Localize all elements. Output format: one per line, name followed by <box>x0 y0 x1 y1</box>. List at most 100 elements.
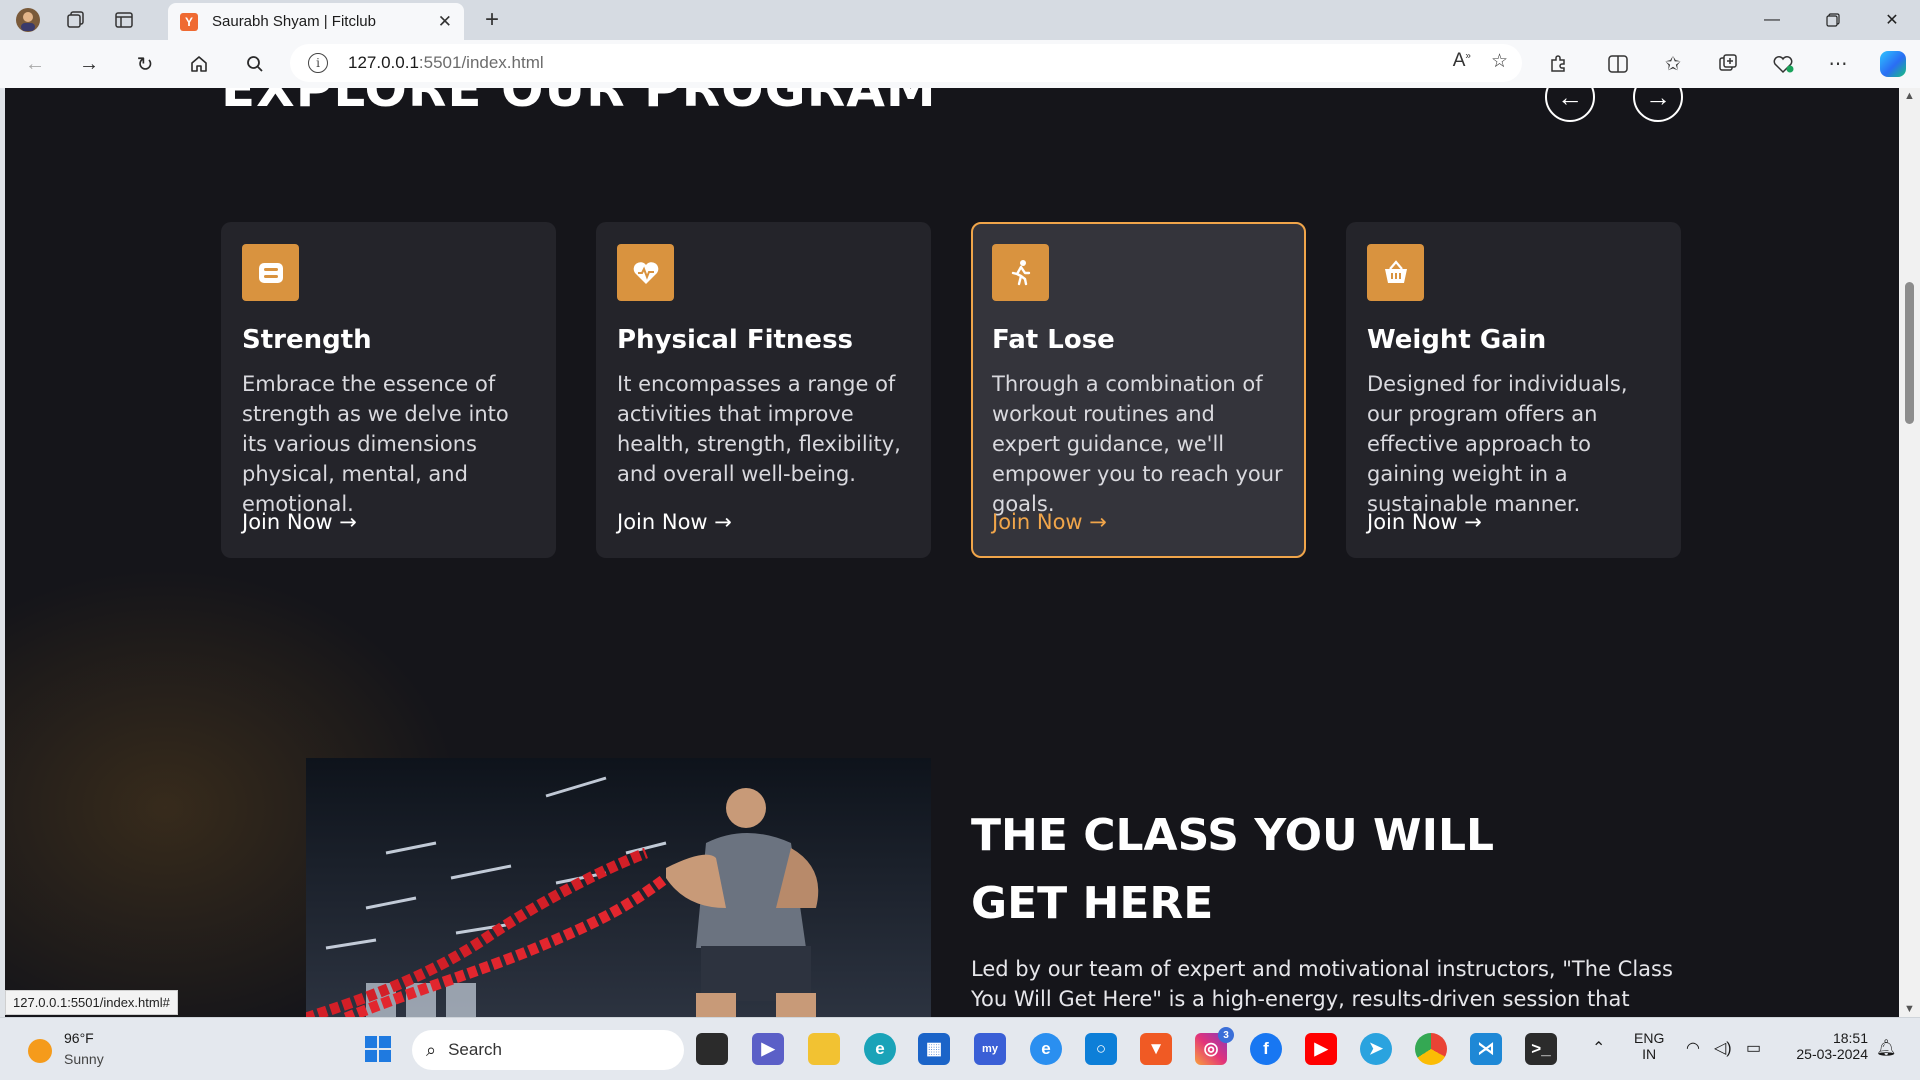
tab-fitclub[interactable]: Y Saurabh Shyam | Fitclub ✕ <box>168 3 464 40</box>
clock[interactable]: 18:51 25-03-2024 <box>1788 1030 1868 1062</box>
home-icon[interactable] <box>184 49 214 79</box>
search-icon[interactable] <box>240 49 270 79</box>
tab-actions-icon[interactable] <box>110 6 138 34</box>
taskbar-search-label: Search <box>448 1040 502 1059</box>
join-now-link[interactable]: Join Now → <box>992 510 1107 534</box>
card-description: Designed for individuals, our program of… <box>1367 372 1628 516</box>
search-icon: ⌕ <box>426 1039 437 1060</box>
class-heading-line1: THE CLASS YOU WILL <box>971 810 1495 861</box>
tab-close-icon[interactable]: ✕ <box>438 12 452 32</box>
join-now-link[interactable]: Join Now → <box>1367 510 1482 534</box>
collections-icon[interactable] <box>1713 49 1743 79</box>
weather-temperature[interactable]: 96°F <box>64 1030 94 1046</box>
join-now-link[interactable]: Join Now → <box>242 510 357 534</box>
basket-icon <box>1367 244 1424 301</box>
card-title: Strength <box>242 325 372 355</box>
split-screen-icon[interactable] <box>1603 49 1633 79</box>
youtube-icon[interactable]: ▶ <box>1305 1033 1337 1065</box>
heart-pulse-icon <box>617 244 674 301</box>
card-title: Weight Gain <box>1367 325 1547 355</box>
clock-time: 18:51 <box>1832 1030 1868 1046</box>
browser-titlebar: Y Saurabh Shyam | Fitclub ✕ + — ✕ <box>0 0 1920 40</box>
read-aloud-icon[interactable]: A» <box>1453 50 1471 73</box>
favorite-star-icon[interactable]: ☆ <box>1491 50 1508 73</box>
refresh-icon[interactable]: ↻ <box>130 49 160 79</box>
extensions-icon[interactable] <box>1543 49 1573 79</box>
scroll-up-icon[interactable]: ▲ <box>1904 90 1915 102</box>
task-view-icon[interactable] <box>696 1033 728 1065</box>
dumbbell-icon <box>242 244 299 301</box>
url-path: :5501/index.html <box>418 53 544 72</box>
facebook-icon[interactable]: f <box>1250 1033 1282 1065</box>
address-bar[interactable]: i 127.0.0.1:5501/index.html A» ☆ <box>290 44 1522 82</box>
instagram-icon[interactable]: ◎ 3 <box>1195 1027 1234 1065</box>
minimize-button[interactable]: — <box>1744 0 1800 40</box>
wifi-icon[interactable]: ◠ <box>1686 1038 1700 1058</box>
tab-title: Saurabh Shyam | Fitclub <box>212 13 376 30</box>
program-card-physical-fitness[interactable]: Physical Fitness It encompasses a range … <box>596 222 931 558</box>
profile-avatar-icon[interactable] <box>14 6 42 34</box>
carousel-next-button[interactable]: → <box>1633 88 1683 122</box>
brave-browser-icon[interactable]: ▼ <box>1140 1033 1172 1065</box>
battle-rope-workout-image <box>306 758 931 1017</box>
scroll-thumb[interactable] <box>1905 282 1914 424</box>
teams-chat-icon[interactable]: ▶ <box>752 1033 784 1065</box>
telegram-icon[interactable]: ➤ <box>1360 1033 1392 1065</box>
notification-badge: 3 <box>1218 1027 1234 1043</box>
browser-toolbar: ← → ↻ i 127.0.0.1:5501/index.html A» ☆ ✩… <box>0 40 1920 88</box>
card-description: Through a combination of workout routine… <box>992 372 1283 516</box>
weather-condition[interactable]: Sunny <box>64 1051 104 1067</box>
card-description: It encompasses a range of activities tha… <box>617 372 901 486</box>
program-card-fat-lose[interactable]: Fat Lose Through a combination of workou… <box>971 222 1306 558</box>
scroll-down-icon[interactable]: ▼ <box>1904 1003 1915 1015</box>
file-explorer-icon[interactable] <box>808 1033 840 1065</box>
forward-arrow-icon[interactable]: → <box>74 49 104 79</box>
language-indicator[interactable]: ENG IN <box>1634 1030 1664 1062</box>
site-info-icon[interactable]: i <box>308 53 328 73</box>
program-card-strength[interactable]: Strength Embrace the essence of strength… <box>221 222 556 558</box>
region-code: IN <box>1642 1046 1657 1062</box>
status-bar-url: 127.0.0.1:5501/index.html# <box>5 990 178 1015</box>
class-section-description: Led by our team of expert and motivation… <box>971 957 1673 1011</box>
sunny-weather-icon[interactable] <box>28 1039 52 1063</box>
vscode-icon[interactable]: ⋊ <box>1470 1033 1502 1065</box>
join-now-link[interactable]: Join Now → <box>617 510 732 534</box>
carousel-prev-button[interactable]: ← <box>1545 88 1595 122</box>
terminal-icon[interactable]: >_ <box>1525 1033 1557 1065</box>
new-tab-plus-icon[interactable]: + <box>478 6 506 34</box>
running-icon <box>992 244 1049 301</box>
card-title: Fat Lose <box>992 325 1115 355</box>
windows-taskbar: 96°F Sunny ⌕ Search ▶ e ▦ my e ○ ▼ ◎ 3 f … <box>0 1017 1920 1080</box>
windows-start-icon[interactable] <box>362 1033 394 1065</box>
back-arrow-icon[interactable]: ← <box>20 49 50 79</box>
card-description: Embrace the essence of strength as we de… <box>242 372 509 516</box>
more-menu-icon[interactable]: ⋯ <box>1823 49 1853 79</box>
microsoft-store-icon[interactable]: ▦ <box>918 1033 950 1065</box>
volume-icon[interactable]: ◁) <box>1714 1038 1732 1058</box>
page-viewport: EXPLORE OUR PROGRAM ← → Strength Embrace… <box>5 88 1899 1017</box>
battery-icon[interactable]: ▭ <box>1746 1038 1761 1058</box>
class-heading-line2: GET HERE <box>971 878 1214 929</box>
restore-button[interactable] <box>1805 0 1861 40</box>
workspaces-icon[interactable] <box>62 6 90 34</box>
fitclub-favicon-icon: Y <box>180 12 198 31</box>
close-window-button[interactable]: ✕ <box>1864 0 1920 40</box>
language-code: ENG <box>1634 1030 1665 1046</box>
browser-essentials-icon[interactable] <box>1768 49 1798 79</box>
copilot-icon[interactable] <box>1880 51 1906 77</box>
page-scrollbar[interactable]: ▲ ▼ <box>1899 88 1920 1017</box>
cortana-icon[interactable]: ○ <box>1085 1033 1117 1065</box>
internet-explorer-icon[interactable]: e <box>1030 1033 1062 1065</box>
myjio-app-icon[interactable]: my <box>974 1033 1006 1065</box>
edge-browser-icon[interactable]: e <box>864 1033 896 1065</box>
chrome-icon[interactable] <box>1415 1033 1447 1065</box>
card-title: Physical Fitness <box>617 325 854 355</box>
class-section-heading: THE CLASS YOU WILL GET HERE <box>971 802 1531 938</box>
clock-date: 25-03-2024 <box>1796 1046 1868 1062</box>
program-card-weight-gain[interactable]: Weight Gain Designed for individuals, ou… <box>1346 222 1681 558</box>
taskbar-search-box[interactable]: ⌕ Search <box>412 1030 684 1070</box>
url-host: 127.0.0.1 <box>348 53 419 72</box>
show-hidden-icons-chevron-icon[interactable]: ⌃ <box>1592 1038 1605 1058</box>
favorites-icon[interactable]: ✩ <box>1658 49 1688 79</box>
notification-bell-icon[interactable]: 🔔︎ <box>1876 1038 1896 1058</box>
